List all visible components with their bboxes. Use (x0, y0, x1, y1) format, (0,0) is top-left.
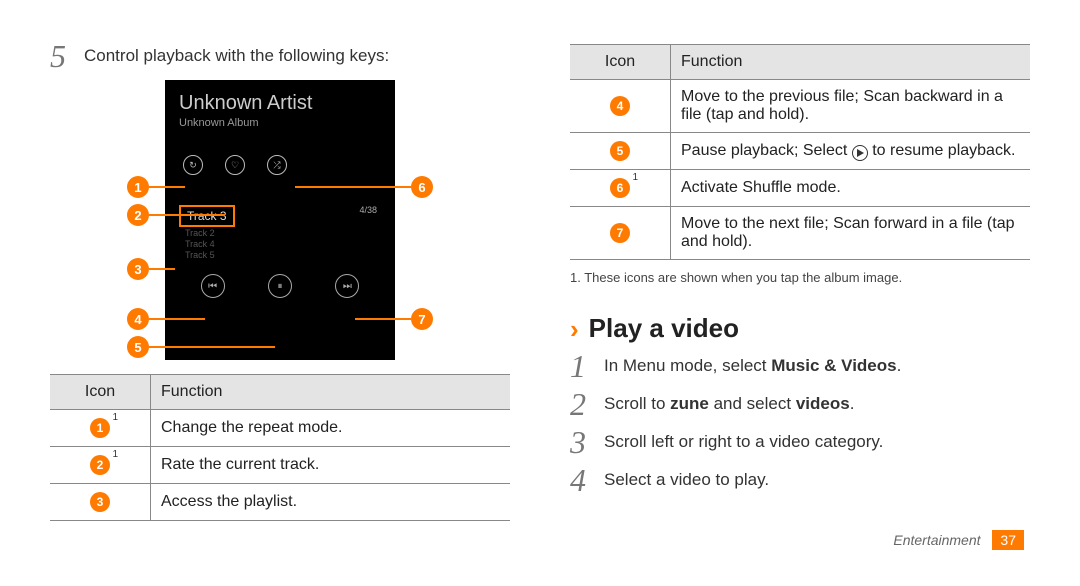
function-text: Activate Shuffle mode. (671, 170, 1031, 207)
callout-2: 2 (127, 204, 149, 226)
function-text: Move to the next file; Scan forward in a… (671, 207, 1031, 260)
current-track: Track 3 (179, 205, 235, 227)
table-row: 4 Move to the previous file; Scan backwa… (570, 80, 1030, 133)
footnote-marker: 1 (632, 172, 638, 183)
footnote-text: 1. These icons are shown when you tap th… (570, 270, 1030, 285)
step-5-text: Control playback with the following keys… (84, 40, 389, 66)
page-number: 37 (992, 530, 1024, 550)
track-count: 4/38 (359, 205, 377, 215)
callout-line (149, 186, 185, 188)
heart-icon: ♡ (225, 155, 245, 175)
pause-icon: ⏸ (268, 274, 292, 298)
play-icon (852, 145, 868, 161)
callout-6: 6 (411, 176, 433, 198)
step-number: 1 (570, 350, 604, 382)
badge-6: 61 (610, 178, 630, 198)
callout-5: 5 (127, 336, 149, 358)
page-footer: Entertainment 37 (893, 530, 1024, 550)
badge-7: 7 (610, 223, 630, 243)
album-name: Unknown Album (179, 117, 381, 129)
function-text: Rate the current track. (151, 447, 511, 484)
callout-1: 1 (127, 176, 149, 198)
function-text: Access the playlist. (151, 484, 511, 521)
icon-function-table-left: Icon Function 11 Change the repeat mode.… (50, 374, 510, 521)
step-text: Select a video to play. (604, 464, 769, 490)
badge-5: 5 (610, 141, 630, 161)
table-row: 21 Rate the current track. (50, 447, 510, 484)
footnote-marker: 1 (112, 449, 118, 460)
callout-line (149, 268, 175, 270)
track-item: Track 5 (179, 250, 381, 260)
track-item: Track 2 (179, 228, 381, 238)
callout-4: 4 (127, 308, 149, 330)
chevron-right-icon: › (570, 316, 579, 342)
step-text: Scroll to zune and select videos. (604, 388, 854, 414)
table-header-function: Function (151, 375, 511, 410)
step-number: 4 (570, 464, 604, 496)
function-text: Pause playback; Select to resume playbac… (671, 133, 1031, 170)
table-row: 11 Change the repeat mode. (50, 410, 510, 447)
table-header-icon: Icon (570, 45, 671, 80)
function-text: Change the repeat mode. (151, 410, 511, 447)
function-text: Move to the previous file; Scan backward… (671, 80, 1031, 133)
table-row: 5 Pause playback; Select to resume playb… (570, 133, 1030, 170)
badge-2: 21 (90, 455, 110, 475)
repeat-icon: ↻ (183, 155, 203, 175)
table-header-function: Function (671, 45, 1031, 80)
step-text: Scroll left or right to a video category… (604, 426, 883, 452)
table-row: 7 Move to the next file; Scan forward in… (570, 207, 1030, 260)
section-heading: Play a video (589, 313, 739, 344)
track-item: Track 4 (179, 239, 381, 249)
icon-function-table-right: Icon Function 4 Move to the previous fil… (570, 44, 1030, 260)
step-number-5: 5 (50, 40, 84, 72)
callout-7: 7 (411, 308, 433, 330)
previous-icon: ⏮ (201, 274, 225, 298)
callout-line (355, 318, 411, 320)
footer-category: Entertainment (893, 532, 980, 548)
next-icon: ⏭ (335, 274, 359, 298)
callout-line (295, 186, 411, 188)
shuffle-icon: ⤮ (267, 155, 287, 175)
step-text: In Menu mode, select Music & Videos. (604, 350, 901, 376)
badge-4: 4 (610, 96, 630, 116)
table-header-icon: Icon (50, 375, 151, 410)
callout-line (149, 214, 225, 216)
callout-3: 3 (127, 258, 149, 280)
footnote-marker: 1 (112, 412, 118, 423)
step-number: 3 (570, 426, 604, 458)
table-row: 61 Activate Shuffle mode. (570, 170, 1030, 207)
badge-3: 3 (90, 492, 110, 512)
callout-line (149, 346, 275, 348)
step-number: 2 (570, 388, 604, 420)
artist-name: Unknown Artist (179, 92, 381, 115)
badge-1: 11 (90, 418, 110, 438)
callout-line (149, 318, 205, 320)
table-row: 3 Access the playlist. (50, 484, 510, 521)
